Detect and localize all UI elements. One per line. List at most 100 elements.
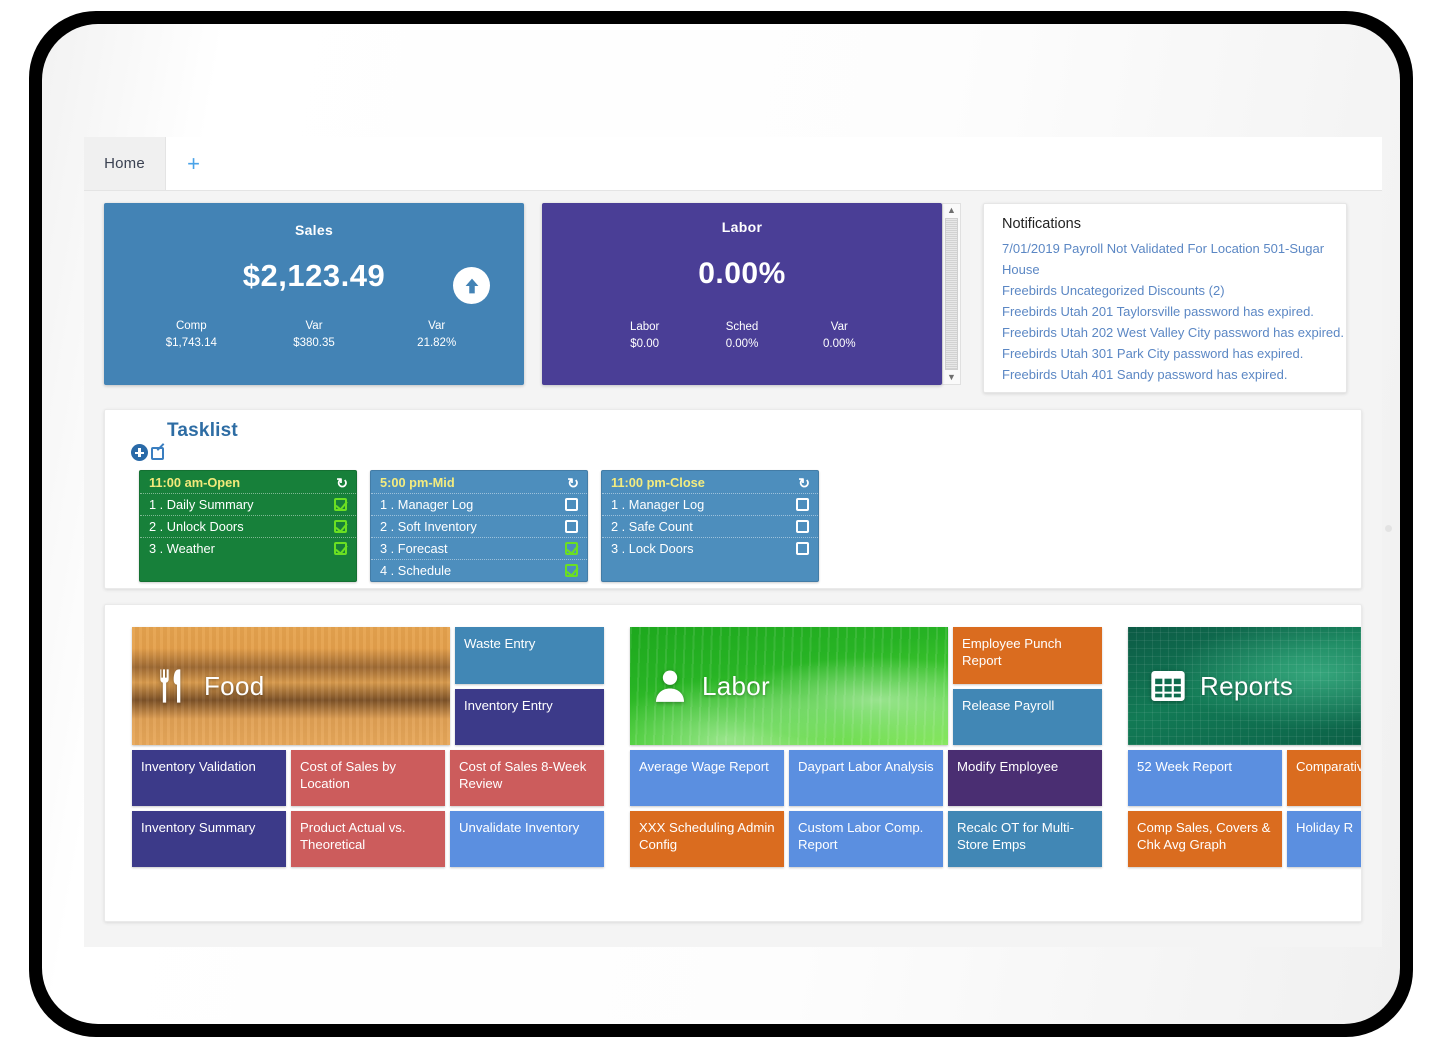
food-hero-tile[interactable]: Food <box>132 627 450 745</box>
tab-home-label: Home <box>104 155 145 172</box>
task-checkbox[interactable] <box>796 498 809 511</box>
tile-modify-employee[interactable]: Modify Employee <box>948 750 1102 806</box>
edit-square-icon[interactable] <box>151 447 164 460</box>
reports-hero-tile[interactable]: Reports <box>1128 627 1361 745</box>
task-row[interactable]: 2 . Unlock Doors <box>140 515 356 537</box>
task-row[interactable]: 1 . Manager Log <box>371 493 587 515</box>
task-label: 2 . Unlock Doors <box>149 519 244 534</box>
tile-comp-sales-covers-chk-avg-graph[interactable]: Comp Sales, Covers & Chk Avg Graph <box>1128 811 1282 867</box>
labor-kpi-card[interactable]: Labor 0.00% Labor $0.00 Sched 0.00% Var … <box>542 203 942 385</box>
notification-item[interactable]: Freebirds Utah 401 Sandy password has ex… <box>1002 364 1346 385</box>
tile-inventory-entry[interactable]: Inventory Entry <box>455 688 604 745</box>
task-label: 3 . Weather <box>149 541 215 556</box>
tile-row: 52 Week Report Comparative Covers & <box>1128 750 1361 806</box>
tasklist-card[interactable]: 5:00 pm-Mid ↻ 1 . Manager Log 2 . Soft I… <box>370 470 588 582</box>
tile-group-top: Labor Employee Punch Report Release Payr… <box>630 627 1102 745</box>
add-tab-button[interactable]: + <box>166 137 221 190</box>
tile-cost-of-sales-by-location[interactable]: Cost of Sales by Location <box>291 750 445 806</box>
tile-holiday-report[interactable]: Holiday R <box>1287 811 1361 867</box>
tile-group-reports: Reports 52 Week Report Comparative Cover… <box>1128 627 1361 921</box>
tasklist-card-header: 11:00 pm-Close ↻ <box>602 471 818 493</box>
task-checkbox-checked[interactable] <box>565 564 578 577</box>
table-grid-icon <box>1151 671 1185 701</box>
labor-hero-label: Labor <box>702 670 770 701</box>
labor-card-scrollbar[interactable]: ▲ ▼ <box>942 203 961 385</box>
tile-inventory-summary[interactable]: Inventory Summary <box>132 811 286 867</box>
notifications-panel: Notifications 7/01/2019 Payroll Not Vali… <box>983 203 1347 393</box>
scroll-up-arrow-icon[interactable]: ▲ <box>947 206 956 215</box>
tile-recalc-ot-for-multi-store-emps[interactable]: Recalc OT for Multi-Store Emps <box>948 811 1102 867</box>
tile-average-wage-report[interactable]: Average Wage Report <box>630 750 784 806</box>
notification-item[interactable]: Freebirds Utah 201 Taylorsville password… <box>1002 301 1346 322</box>
tablet-body: Home + Sales $2,123.49 Comp $1,743.14 Va… <box>42 24 1400 1024</box>
notification-item[interactable]: 7/01/2019 Payroll Not Validated For Loca… <box>1002 238 1346 280</box>
task-checkbox[interactable] <box>565 498 578 511</box>
reports-hero-label: Reports <box>1200 670 1294 701</box>
labor-stat-sched-label: Sched <box>725 321 759 333</box>
tile-product-actual-vs-theoretical[interactable]: Product Actual vs. Theoretical <box>291 811 445 867</box>
sales-kpi-card[interactable]: Sales $2,123.49 Comp $1,743.14 Var $380.… <box>104 203 524 385</box>
tasklist-toolbar <box>131 444 1361 461</box>
tile-employee-punch-report[interactable]: Employee Punch Report <box>953 627 1102 684</box>
scrollbar-thumb[interactable] <box>945 218 958 370</box>
refresh-icon[interactable]: ↻ <box>798 476 810 490</box>
tile-52-week-report[interactable]: 52 Week Report <box>1128 750 1282 806</box>
tile-row: XXX Scheduling Admin Config Custom Labor… <box>630 811 1102 867</box>
task-checkbox[interactable] <box>796 520 809 533</box>
labor-stat-sched: Sched 0.00% <box>693 319 790 352</box>
task-label: 1 . Daily Summary <box>149 497 254 512</box>
tab-home[interactable]: Home <box>84 137 166 190</box>
task-row[interactable]: 4 . Schedule <box>371 559 587 581</box>
task-row[interactable]: 2 . Soft Inventory <box>371 515 587 537</box>
refresh-icon[interactable]: ↻ <box>567 476 579 490</box>
task-row[interactable]: 3 . Weather <box>140 537 356 559</box>
task-label: 2 . Safe Count <box>611 519 693 534</box>
tasklist-cards: 11:00 am-Open ↻ 1 . Daily Summary 2 . Un… <box>139 470 1361 582</box>
tile-cost-of-sales-8-week-review[interactable]: Cost of Sales 8-Week Review <box>450 750 604 806</box>
person-icon <box>656 670 684 702</box>
labor-stat-var-value: 0.00% <box>823 337 856 350</box>
tile-inventory-validation[interactable]: Inventory Validation <box>132 750 286 806</box>
labor-stats: Labor $0.00 Sched 0.00% Var 0.00% <box>542 319 942 352</box>
notification-item[interactable]: Freebirds Utah 301 Park City password ha… <box>1002 343 1346 364</box>
tile-custom-labor-comp-report[interactable]: Custom Labor Comp. Report <box>789 811 943 867</box>
task-checkbox-checked[interactable] <box>565 542 578 555</box>
notification-item[interactable]: Freebirds Uncategorized Discounts (2) <box>1002 280 1346 301</box>
tile-group-top: Food Waste Entry Inventory Entry <box>132 627 604 745</box>
add-circle-icon[interactable] <box>131 444 148 461</box>
refresh-icon[interactable]: ↻ <box>336 476 348 490</box>
tile-unvalidate-inventory[interactable]: Unvalidate Inventory <box>450 811 604 867</box>
task-label: 1 . Manager Log <box>611 497 705 512</box>
task-row[interactable]: 3 . Lock Doors <box>602 537 818 559</box>
task-checkbox-checked[interactable] <box>334 520 347 533</box>
plus-icon: + <box>187 150 200 176</box>
ambient-sensor-icon <box>1385 525 1392 532</box>
task-checkbox[interactable] <box>796 542 809 555</box>
sales-stat-var-amount-value: $380.35 <box>293 336 335 349</box>
dashboard-content: Sales $2,123.49 Comp $1,743.14 Var $380.… <box>84 191 1382 947</box>
scroll-down-arrow-icon[interactable]: ▼ <box>947 373 956 382</box>
task-label: 2 . Soft Inventory <box>380 519 477 534</box>
task-checkbox-checked[interactable] <box>334 542 347 555</box>
labor-stat-sched-value: 0.00% <box>725 337 759 350</box>
task-checkbox-checked[interactable] <box>334 498 347 511</box>
tasklist-card-title: 5:00 pm-Mid <box>380 475 455 490</box>
task-row[interactable]: 2 . Safe Count <box>602 515 818 537</box>
tasklist-card-header: 5:00 pm-Mid ↻ <box>371 471 587 493</box>
tasklist-card-title: 11:00 pm-Close <box>611 475 705 490</box>
tile-comparative-covers[interactable]: Comparative Covers & <box>1287 750 1361 806</box>
task-checkbox[interactable] <box>565 520 578 533</box>
tile-waste-entry[interactable]: Waste Entry <box>455 627 604 684</box>
tasklist-card[interactable]: 11:00 pm-Close ↻ 1 . Manager Log 2 . Saf… <box>601 470 819 582</box>
tile-release-payroll[interactable]: Release Payroll <box>953 688 1102 745</box>
task-row[interactable]: 1 . Daily Summary <box>140 493 356 515</box>
notification-item[interactable]: Freebirds Utah 202 West Valley City pass… <box>1002 322 1346 343</box>
tile-daypart-labor-analysis[interactable]: Daypart Labor Analysis <box>789 750 943 806</box>
app-screen: Home + Sales $2,123.49 Comp $1,743.14 Va… <box>84 137 1382 947</box>
labor-hero-tile[interactable]: Labor <box>630 627 948 745</box>
tasklist-card[interactable]: 11:00 am-Open ↻ 1 . Daily Summary 2 . Un… <box>139 470 357 582</box>
task-row[interactable]: 1 . Manager Log <box>602 493 818 515</box>
task-row[interactable]: 3 . Forecast <box>371 537 587 559</box>
tasklist-card-title: 11:00 am-Open <box>149 475 241 490</box>
tile-xxx-scheduling-admin-config[interactable]: XXX Scheduling Admin Config <box>630 811 784 867</box>
